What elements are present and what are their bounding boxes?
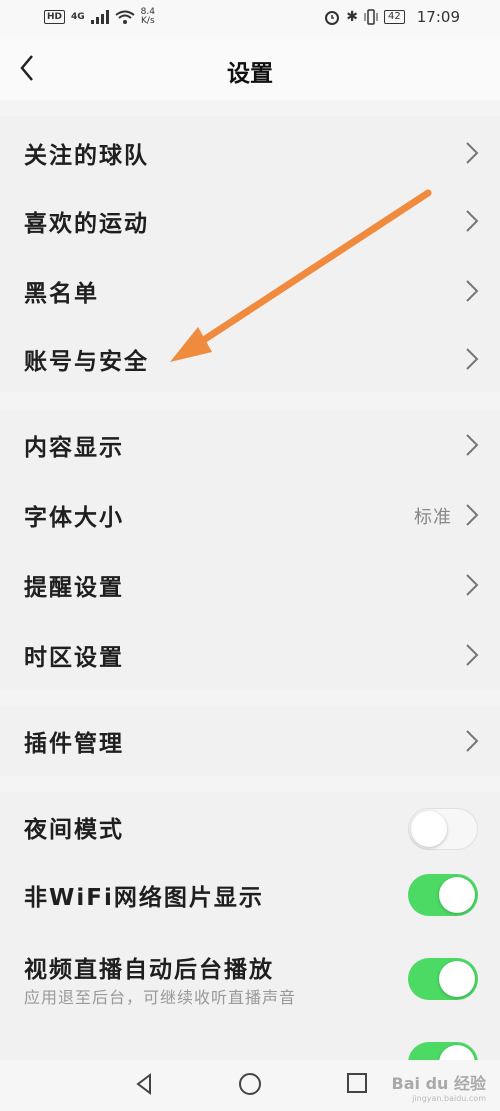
vibrate-icon bbox=[364, 9, 378, 25]
row-plugin-management[interactable]: 插件管理 bbox=[0, 706, 500, 776]
row-content-display[interactable]: 内容显示 bbox=[0, 410, 500, 480]
wifi-icon bbox=[115, 10, 135, 24]
row-background-play: 视频直播自动后台播放 应用退至后台，可继续收听直播声音 bbox=[0, 932, 500, 1022]
row-timezone-settings[interactable]: 时区设置 bbox=[0, 620, 500, 690]
background-play-toggle[interactable] bbox=[408, 958, 478, 1000]
status-right: ✱ 42 17:09 bbox=[324, 8, 460, 26]
row-night-mode: 夜间模式 bbox=[0, 792, 500, 862]
nav-recents-icon[interactable] bbox=[346, 1072, 368, 1094]
page-title: 设置 bbox=[227, 61, 273, 87]
row-label: 字体大小 bbox=[24, 505, 124, 531]
battery-indicator: 42 bbox=[384, 10, 405, 24]
row-label: 黑名单 bbox=[24, 281, 99, 307]
settings-group-2: 内容显示 字体大小 标准 提醒设置 时区设置 bbox=[0, 410, 500, 690]
status-left: HD 4G 8.4 K/s bbox=[44, 8, 155, 26]
row-favorite-sports[interactable]: 喜欢的运动 bbox=[0, 186, 500, 256]
network-type: 4G bbox=[71, 12, 85, 22]
row-label: 视频直播自动后台播放 bbox=[24, 957, 274, 983]
alarm-icon bbox=[325, 11, 340, 25]
non-wifi-images-toggle[interactable] bbox=[408, 874, 478, 916]
clock: 17:09 bbox=[416, 8, 460, 26]
chevron-right-icon bbox=[466, 504, 479, 526]
chevron-right-icon bbox=[466, 730, 479, 752]
font-size-value: 标准 bbox=[414, 507, 452, 528]
toggle-knob bbox=[411, 811, 447, 847]
nav-back-icon[interactable] bbox=[134, 1072, 154, 1096]
speed-unit: K/s bbox=[141, 16, 155, 26]
toggle-knob bbox=[439, 877, 475, 913]
nav-header: 设置 bbox=[0, 36, 500, 100]
chevron-right-icon bbox=[466, 644, 479, 666]
row-label: 喜欢的运动 bbox=[24, 211, 149, 237]
hd-badge: HD bbox=[44, 10, 66, 24]
row-label: 夜间模式 bbox=[24, 817, 124, 843]
night-mode-toggle[interactable] bbox=[408, 808, 478, 850]
toggle-knob bbox=[439, 961, 475, 997]
row-label: 非WiFi网络图片显示 bbox=[24, 885, 264, 911]
status-bar: HD 4G 8.4 K/s ✱ 42 17:09 bbox=[0, 0, 500, 36]
bluetooth-icon: ✱ bbox=[346, 9, 359, 25]
row-label: 插件管理 bbox=[24, 731, 124, 757]
row-label: 时区设置 bbox=[24, 645, 124, 671]
chevron-right-icon bbox=[466, 142, 479, 164]
row-sublabel: 应用退至后台，可继续收听直播声音 bbox=[24, 988, 297, 1007]
chevron-right-icon bbox=[466, 280, 479, 302]
row-label: 提醒设置 bbox=[24, 575, 124, 601]
row-blacklist[interactable]: 黑名单 bbox=[0, 256, 500, 326]
row-label: 内容显示 bbox=[24, 435, 124, 461]
signal-icon bbox=[90, 10, 109, 24]
row-followed-teams[interactable]: 关注的球队 bbox=[0, 118, 500, 188]
watermark-logo: Bai du 经验 bbox=[391, 1074, 486, 1093]
row-label: 关注的球队 bbox=[24, 143, 149, 169]
row-account-security[interactable]: 账号与安全 bbox=[0, 324, 500, 394]
row-label: 账号与安全 bbox=[24, 349, 149, 375]
chevron-right-icon bbox=[466, 574, 479, 596]
row-font-size[interactable]: 字体大小 标准 bbox=[0, 480, 500, 550]
network-speed: 8.4 K/s bbox=[141, 8, 155, 26]
row-non-wifi-images: 非WiFi网络图片显示 bbox=[0, 860, 500, 930]
watermark-url: jingyan.baidu.com bbox=[412, 1094, 486, 1103]
settings-group-1: 关注的球队 喜欢的运动 黑名单 账号与安全 bbox=[0, 116, 500, 392]
chevron-right-icon bbox=[466, 348, 479, 370]
settings-group-3: 插件管理 bbox=[0, 706, 500, 776]
chevron-right-icon bbox=[466, 434, 479, 456]
nav-home-icon[interactable] bbox=[238, 1072, 262, 1096]
chevron-right-icon bbox=[466, 210, 479, 232]
settings-group-toggles: 夜间模式 非WiFi网络图片显示 视频直播自动后台播放 应用退至后台，可继续收听… bbox=[0, 792, 500, 1084]
row-reminder-settings[interactable]: 提醒设置 bbox=[0, 550, 500, 620]
